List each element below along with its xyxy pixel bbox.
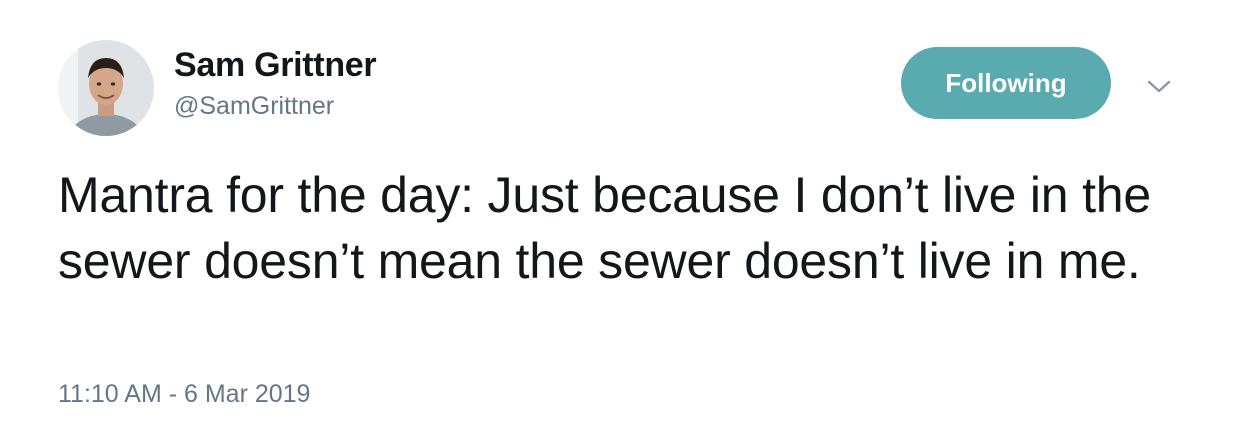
author-display-name[interactable]: Sam Grittner	[174, 46, 377, 85]
avatar[interactable]	[58, 40, 154, 136]
chevron-down-icon[interactable]	[1144, 74, 1174, 98]
tweet-text: Mantra for the day: Just because I don’t…	[58, 167, 1151, 289]
tweet-timestamp[interactable]: 11:10 AM - 6 Mar 2019	[58, 380, 310, 409]
following-button[interactable]: Following	[901, 47, 1111, 119]
author-handle[interactable]: @SamGrittner	[174, 92, 334, 121]
tweet-card: Sam Grittner @SamGrittner Following Mant…	[0, 0, 1236, 434]
avatar-image	[58, 40, 154, 136]
